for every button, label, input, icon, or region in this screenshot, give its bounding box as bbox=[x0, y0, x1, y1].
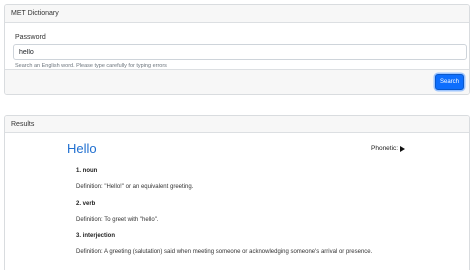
sense-pos: 3. interjection bbox=[76, 233, 116, 239]
search-button[interactable]: Search bbox=[435, 74, 464, 90]
search-card: MET Dictionary Password Search an Englis… bbox=[4, 4, 470, 95]
sense-pos: 2. verb bbox=[76, 201, 96, 207]
phonetic-label: Phonetic: bbox=[371, 145, 399, 152]
result-word: Hello bbox=[67, 141, 97, 156]
results-card: Results bbox=[4, 115, 470, 270]
search-card-footer: Search bbox=[5, 69, 469, 94]
sense-pos: 1. noun bbox=[76, 168, 98, 174]
sense-definition: Definition: "Hello!" or an equivalent gr… bbox=[76, 184, 194, 190]
password-label: Password bbox=[15, 34, 46, 41]
search-input[interactable] bbox=[13, 44, 467, 60]
phonetic-control[interactable]: Phonetic: bbox=[371, 145, 406, 152]
play-icon[interactable] bbox=[400, 145, 406, 152]
sense-definition: Definition: A greeting (salutation) said… bbox=[76, 249, 373, 255]
results-card-header: Results bbox=[5, 116, 469, 133]
sense-definition: Definition: To greet with "hello". bbox=[76, 217, 159, 223]
search-card-header: MET Dictionary bbox=[5, 5, 469, 23]
